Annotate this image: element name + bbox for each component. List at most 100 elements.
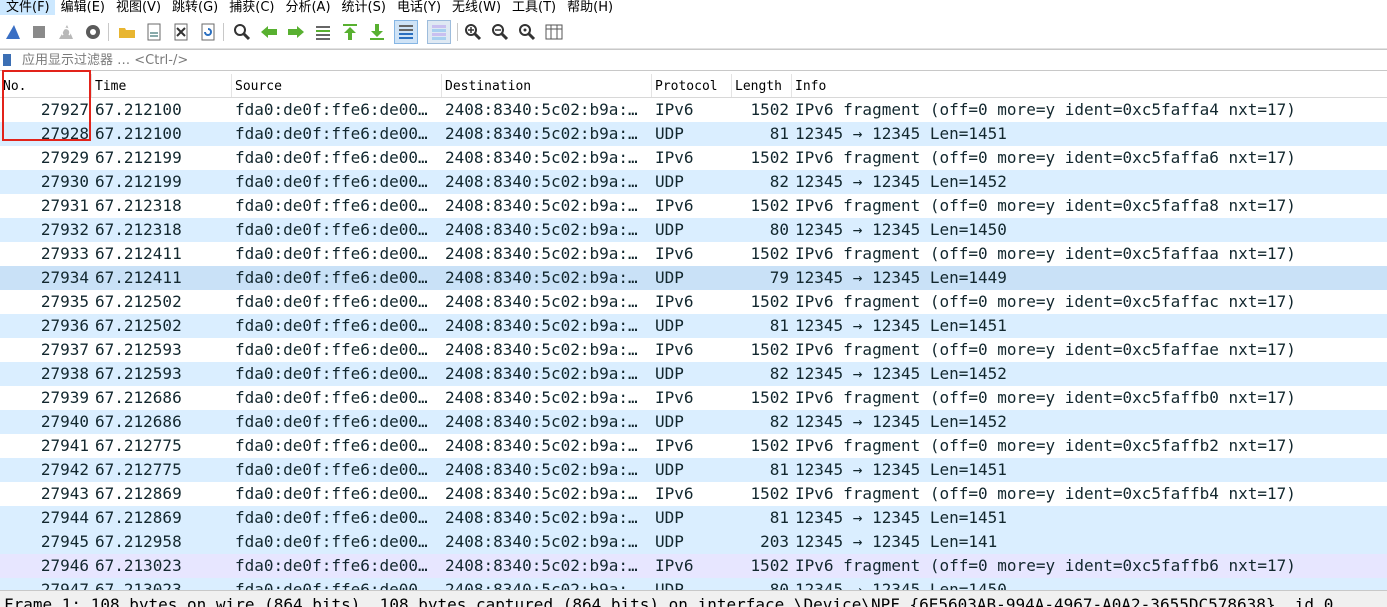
table-row[interactable]: 27945 67.212958 fda0:de0f:ffe6:de00… 2408:8…: [0, 530, 1387, 554]
packet-time: 67.212411: [95, 244, 182, 263]
menu-analyze[interactable]: 分析(A): [279, 0, 335, 15]
column-header-protocol[interactable]: Protocol: [652, 74, 732, 97]
packet-time: 67.212318: [95, 220, 182, 239]
go-back-arrow-icon[interactable]: [259, 22, 279, 42]
table-row[interactable]: 27947 67.213023 fda0:de0f:ffe6:de00… 2408:8…: [0, 578, 1387, 590]
table-row[interactable]: 27941 67.212775 fda0:de0f:ffe6:de00… 2408:8…: [0, 434, 1387, 458]
packet-destination: 2408:8340:5c02:b9a:…: [445, 316, 638, 335]
go-forward-arrow-icon[interactable]: [286, 22, 306, 42]
packet-destination: 2408:8340:5c02:b9a:…: [445, 340, 638, 359]
packet-time: 67.212686: [95, 412, 182, 431]
packet-source: fda0:de0f:ffe6:de00…: [235, 580, 428, 590]
table-row[interactable]: 27936 67.212502 fda0:de0f:ffe6:de00… 2408:8…: [0, 314, 1387, 338]
packet-no: 27942: [40, 460, 89, 479]
table-row[interactable]: 27930 67.212199 fda0:de0f:ffe6:de00… 2408:8…: [0, 170, 1387, 194]
table-row[interactable]: 27927 67.212100 fda0:de0f:ffe6:de00… 2408:8…: [0, 98, 1387, 122]
go-to-packet-icon[interactable]: [313, 22, 333, 42]
packet-protocol: IPv6: [655, 100, 694, 119]
menu-file[interactable]: 文件(F): [0, 0, 55, 15]
packet-protocol: IPv6: [655, 244, 694, 263]
packet-no: 27939: [40, 388, 89, 407]
restart-fin-icon[interactable]: [56, 22, 76, 42]
packet-time: 67.213023: [95, 580, 182, 590]
column-header-no[interactable]: No.: [0, 74, 92, 97]
menu-help[interactable]: 帮助(H): [561, 0, 618, 15]
table-row[interactable]: 27937 67.212593 fda0:de0f:ffe6:de00… 2408:8…: [0, 338, 1387, 362]
column-header-length[interactable]: Length: [732, 74, 792, 97]
packet-protocol: UDP: [655, 532, 684, 551]
table-row[interactable]: 27933 67.212411 fda0:de0f:ffe6:de00… 2408:8…: [0, 242, 1387, 266]
column-header-destination[interactable]: Destination: [442, 74, 652, 97]
zoom-normal-icon[interactable]: [517, 22, 537, 42]
menu-statistics[interactable]: 统计(S): [336, 0, 391, 15]
packet-no: 27930: [40, 172, 89, 191]
packet-protocol: UDP: [655, 364, 684, 383]
menu-telephony[interactable]: 电话(Y): [391, 0, 446, 15]
stop-square-icon[interactable]: [29, 22, 49, 42]
packet-source: fda0:de0f:ffe6:de00…: [235, 532, 428, 551]
packet-no: 27946: [40, 556, 89, 575]
packet-length: 1502: [750, 148, 789, 167]
packet-no: 27940: [40, 412, 89, 431]
menu-wireless[interactable]: 无线(W): [446, 0, 506, 15]
table-row[interactable]: 27946 67.213023 fda0:de0f:ffe6:de00… 2408:8…: [0, 554, 1387, 578]
packet-length: 82: [769, 172, 789, 191]
packet-no: 27945: [40, 532, 89, 551]
packet-time: 67.212869: [95, 484, 182, 503]
table-row[interactable]: 27938 67.212593 fda0:de0f:ffe6:de00… 2408:8…: [0, 362, 1387, 386]
packet-source: fda0:de0f:ffe6:de00…: [235, 196, 428, 215]
capture-options-gear-icon[interactable]: [83, 22, 103, 42]
packet-info: 12345 → 12345 Len=141: [795, 532, 998, 551]
zoom-in-icon[interactable]: [463, 22, 483, 42]
find-packet-icon[interactable]: [232, 22, 252, 42]
zoom-out-icon[interactable]: [490, 22, 510, 42]
packet-time: 67.212100: [95, 100, 182, 119]
packet-source: fda0:de0f:ffe6:de00…: [235, 148, 428, 167]
packet-info: IPv6 fragment (off=0 more=y ident=0xc5fa…: [795, 148, 1296, 167]
packet-time: 67.212593: [95, 340, 182, 359]
resize-columns-icon[interactable]: [544, 22, 564, 42]
packet-no: 27927: [40, 100, 89, 119]
packet-no: 27931: [40, 196, 89, 215]
table-row[interactable]: 27940 67.212686 fda0:de0f:ffe6:de00… 2408:8…: [0, 410, 1387, 434]
shark-fin-start-icon[interactable]: [3, 22, 23, 42]
open-folder-icon[interactable]: [117, 22, 137, 42]
colorize-icon[interactable]: [427, 20, 451, 44]
table-row[interactable]: 27928 67.212100 fda0:de0f:ffe6:de00… 2408:8…: [0, 122, 1387, 146]
close-file-icon[interactable]: [171, 22, 191, 42]
column-header-source[interactable]: Source: [232, 74, 442, 97]
go-last-packet-icon[interactable]: [367, 22, 387, 42]
display-filter-input[interactable]: [22, 52, 1322, 68]
go-first-packet-icon[interactable]: [340, 22, 360, 42]
packet-length: 1502: [750, 100, 789, 119]
table-row[interactable]: 27935 67.212502 fda0:de0f:ffe6:de00… 2408:8…: [0, 290, 1387, 314]
packet-time: 67.213023: [95, 556, 182, 575]
table-row[interactable]: 27931 67.212318 fda0:de0f:ffe6:de00… 2408:8…: [0, 194, 1387, 218]
packet-time: 67.212869: [95, 508, 182, 527]
menu-view[interactable]: 视图(V): [110, 0, 166, 15]
packet-no: 27933: [40, 244, 89, 263]
table-row[interactable]: 27943 67.212869 fda0:de0f:ffe6:de00… 2408:8…: [0, 482, 1387, 506]
column-header-time[interactable]: Time: [92, 74, 232, 97]
packet-length: 1502: [750, 292, 789, 311]
reload-icon[interactable]: [198, 22, 218, 42]
packet-protocol: UDP: [655, 316, 684, 335]
menu-edit[interactable]: 编辑(E): [55, 0, 110, 15]
menu-tools[interactable]: 工具(T): [506, 0, 561, 15]
table-row[interactable]: 27942 67.212775 fda0:de0f:ffe6:de00… 2408:8…: [0, 458, 1387, 482]
table-row[interactable]: 27934 67.212411 fda0:de0f:ffe6:de00… 2408:8…: [0, 266, 1387, 290]
packet-time: 67.212318: [95, 196, 182, 215]
column-header-info[interactable]: Info: [792, 74, 1387, 97]
packet-protocol: IPv6: [655, 340, 694, 359]
packet-protocol: UDP: [655, 220, 684, 239]
filter-bookmark-icon[interactable]: [3, 54, 11, 66]
table-row[interactable]: 27929 67.212199 fda0:de0f:ffe6:de00… 2408:8…: [0, 146, 1387, 170]
packet-destination: 2408:8340:5c02:b9a:…: [445, 508, 638, 527]
table-row[interactable]: 27944 67.212869 fda0:de0f:ffe6:de00… 2408:8…: [0, 506, 1387, 530]
table-row[interactable]: 27932 67.212318 fda0:de0f:ffe6:de00… 2408:8…: [0, 218, 1387, 242]
save-file-icon[interactable]: [144, 22, 164, 42]
auto-scroll-icon[interactable]: [394, 20, 418, 44]
table-row[interactable]: 27939 67.212686 fda0:de0f:ffe6:de00… 2408:8…: [0, 386, 1387, 410]
menu-capture[interactable]: 捕获(C): [223, 0, 279, 15]
menu-go[interactable]: 跳转(G): [166, 0, 223, 15]
